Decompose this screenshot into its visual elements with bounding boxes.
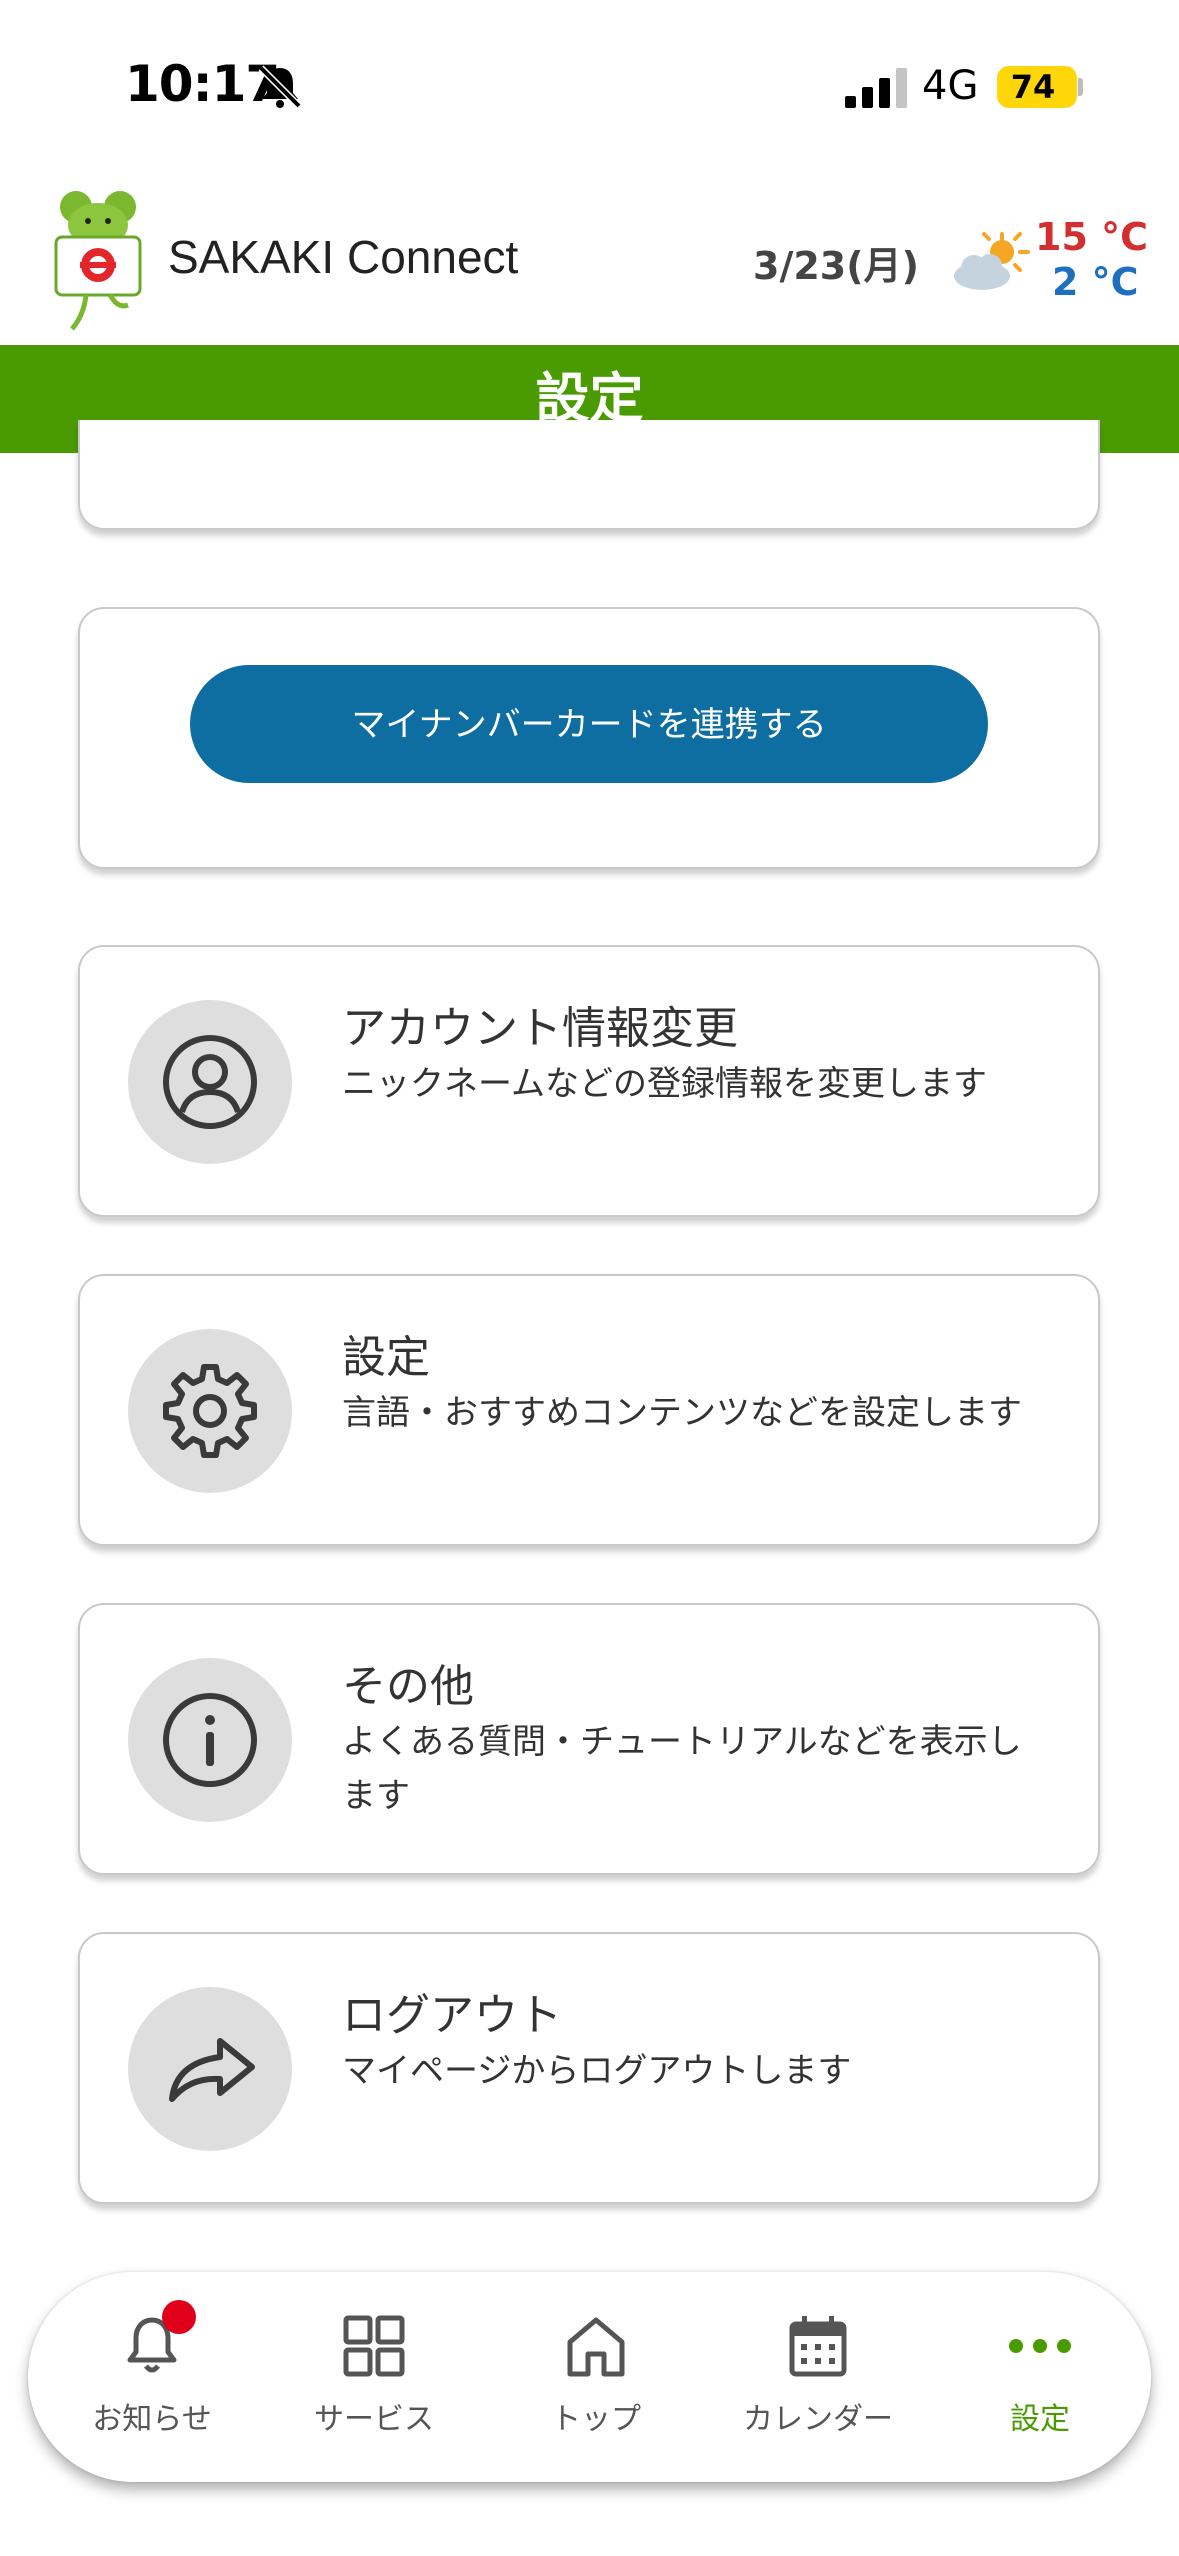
- user-icon: [163, 1035, 257, 1129]
- mynumber-card: マイナンバーカードを連携する: [78, 607, 1100, 869]
- menu-desc: ニックネームなどの登録情報を変更します: [342, 1064, 987, 1104]
- nav-label: 設定: [1010, 2402, 1070, 2437]
- grid-icon: [343, 2315, 405, 2377]
- notification-badge: [162, 2300, 196, 2334]
- nav-item-top[interactable]: トップ: [486, 2272, 706, 2482]
- nav-label: サービス: [314, 2402, 434, 2437]
- temp-high: 15 °C: [1035, 215, 1148, 259]
- bottom-nav: お知らせ サービス トップ カレンダー 設定: [28, 2272, 1151, 2482]
- app-title: SAKAKI Connect: [168, 231, 519, 283]
- more-icon: [1009, 2339, 1071, 2353]
- share-arrow-icon: [169, 2038, 255, 2102]
- calendar-icon: [789, 2316, 847, 2377]
- app-header: SAKAKI Connect 3/23(月) 15 °C 2 °C: [0, 175, 1179, 345]
- battery-tip: [1078, 78, 1083, 96]
- home-icon: [567, 2317, 625, 2377]
- nav-item-notifications[interactable]: お知らせ: [42, 2272, 262, 2482]
- nav-label: トップ: [551, 2402, 641, 2437]
- user-icon-circle: [128, 1000, 292, 1164]
- nav-label: カレンダー: [743, 2402, 893, 2437]
- bell-off-icon: [258, 65, 302, 109]
- menu-item-logout[interactable]: ログアウト マイページからログアウトします: [78, 1932, 1100, 2204]
- nav-label: お知らせ: [92, 2402, 212, 2437]
- menu-title: ログアウト: [342, 1990, 562, 2041]
- mascot-logo: [54, 191, 142, 331]
- menu-title: アカウント情報変更: [342, 1003, 738, 1054]
- battery-icon: 74: [997, 66, 1077, 108]
- nav-item-settings[interactable]: 設定: [930, 2272, 1150, 2482]
- signal-icon: [845, 68, 907, 108]
- partial-card: [78, 420, 1100, 530]
- temp-low: 2 °C: [1052, 260, 1139, 304]
- info-icon: [163, 1693, 257, 1787]
- gear-icon-circle: [128, 1329, 292, 1493]
- link-mynumber-button[interactable]: マイナンバーカードを連携する: [190, 665, 988, 783]
- nav-item-services[interactable]: サービス: [264, 2272, 484, 2482]
- menu-desc: よくある質問・チュートリアルなどを表示します: [342, 1722, 1022, 1816]
- menu-item-other[interactable]: その他 よくある質問・チュートリアルなどを表示します: [78, 1603, 1100, 1875]
- menu-item-settings[interactable]: 設定 言語・おすすめコンテンツなどを設定します: [78, 1274, 1100, 1546]
- menu-title: その他: [342, 1661, 474, 1712]
- status-bar: 10:17 4G 74: [0, 0, 1179, 175]
- nav-item-calendar[interactable]: カレンダー: [708, 2272, 928, 2482]
- menu-desc: マイページからログアウトします: [342, 2051, 852, 2091]
- menu-title: 設定: [342, 1332, 430, 1383]
- header-date: 3/23(月): [753, 244, 919, 288]
- info-icon-circle: [128, 1658, 292, 1822]
- menu-desc: 言語・おすすめコンテンツなどを設定します: [342, 1393, 1022, 1433]
- network-label: 4G: [922, 63, 979, 109]
- partly-cloudy-icon: [954, 232, 1030, 290]
- menu-item-account[interactable]: アカウント情報変更 ニックネームなどの登録情報を変更します: [78, 945, 1100, 1217]
- battery-level: 74: [1010, 68, 1056, 106]
- share-arrow-icon-circle: [128, 1987, 292, 2151]
- gear-icon: [163, 1364, 257, 1458]
